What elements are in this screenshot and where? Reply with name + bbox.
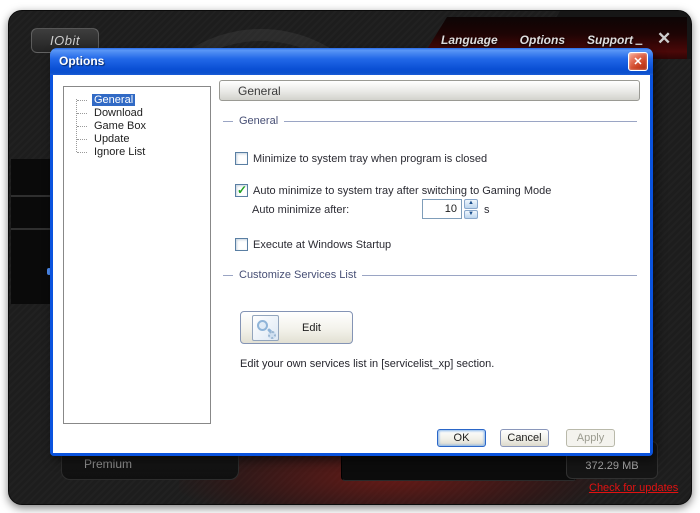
menu-support[interactable]: Support bbox=[587, 33, 633, 47]
checkbox-row-windows-startup: Execute at Windows Startup bbox=[235, 238, 391, 251]
checkbox-row-minimize-on-close: Minimize to system tray when program is … bbox=[235, 152, 487, 165]
options-category-tree: General Download Game Box Update Ignore … bbox=[63, 86, 211, 424]
ok-button[interactable]: OK bbox=[437, 429, 486, 447]
tree-item-download[interactable]: Download bbox=[72, 107, 210, 120]
options-dialog: Options ✕ General Download Game Box Upda… bbox=[50, 48, 653, 456]
tree-item-general[interactable]: General bbox=[72, 94, 210, 107]
dialog-body: General Download Game Box Update Ignore … bbox=[53, 75, 650, 453]
minimize-on-close-checkbox[interactable] bbox=[235, 152, 248, 165]
auto-minimize-after-label: Auto minimize after: bbox=[252, 204, 350, 216]
checkbox-label: Minimize to system tray when program is … bbox=[253, 152, 488, 165]
cancel-button[interactable]: Cancel bbox=[500, 429, 549, 447]
left-panel-strip bbox=[11, 159, 53, 304]
tree-item-update[interactable]: Update bbox=[72, 133, 210, 146]
auto-minimize-checkbox[interactable] bbox=[235, 183, 248, 197]
strip-divider bbox=[11, 195, 53, 197]
checkbox-row-auto-minimize: Auto minimize to system tray after switc… bbox=[235, 183, 552, 197]
close-icon[interactable]: ✕ bbox=[657, 29, 671, 49]
strip-divider bbox=[11, 228, 53, 230]
dialog-close-icon[interactable]: ✕ bbox=[628, 52, 648, 71]
group-label-general: General bbox=[223, 115, 637, 127]
edit-services-caption: Edit your own services list in [servicel… bbox=[240, 358, 495, 370]
tree-item-ignore-list[interactable]: Ignore List bbox=[72, 146, 210, 159]
tree-item-game-box[interactable]: Game Box bbox=[72, 120, 210, 133]
windows-startup-checkbox[interactable] bbox=[235, 238, 248, 251]
edit-services-button[interactable]: Edit bbox=[240, 311, 353, 344]
check-for-updates-link[interactable]: Check for updates bbox=[589, 482, 678, 494]
checkbox-label: Execute at Windows Startup bbox=[253, 238, 392, 251]
app-menu: Language Options Support bbox=[441, 33, 633, 47]
apply-button[interactable]: Apply bbox=[566, 429, 615, 447]
dialog-titlebar[interactable]: Options ✕ bbox=[50, 48, 653, 75]
dialog-title: Options bbox=[59, 54, 105, 68]
spin-up-icon[interactable]: ▲ bbox=[464, 199, 478, 209]
edit-button-label: Edit bbox=[302, 321, 321, 334]
bottom-status-bar bbox=[341, 452, 577, 481]
menu-language[interactable]: Language bbox=[441, 33, 498, 47]
magnifier-gear-icon bbox=[252, 314, 279, 341]
auto-minimize-seconds-input[interactable] bbox=[422, 199, 462, 219]
seconds-unit-label: s bbox=[484, 204, 490, 216]
spin-down-icon[interactable]: ▼ bbox=[464, 209, 478, 219]
seconds-spinner: ▲ ▼ bbox=[464, 199, 478, 219]
checkbox-label: Auto minimize to system tray after switc… bbox=[253, 184, 552, 197]
menu-options[interactable]: Options bbox=[520, 33, 565, 47]
panel-header: General bbox=[219, 80, 640, 101]
group-label-customize-services: Customize Services List bbox=[223, 269, 637, 281]
